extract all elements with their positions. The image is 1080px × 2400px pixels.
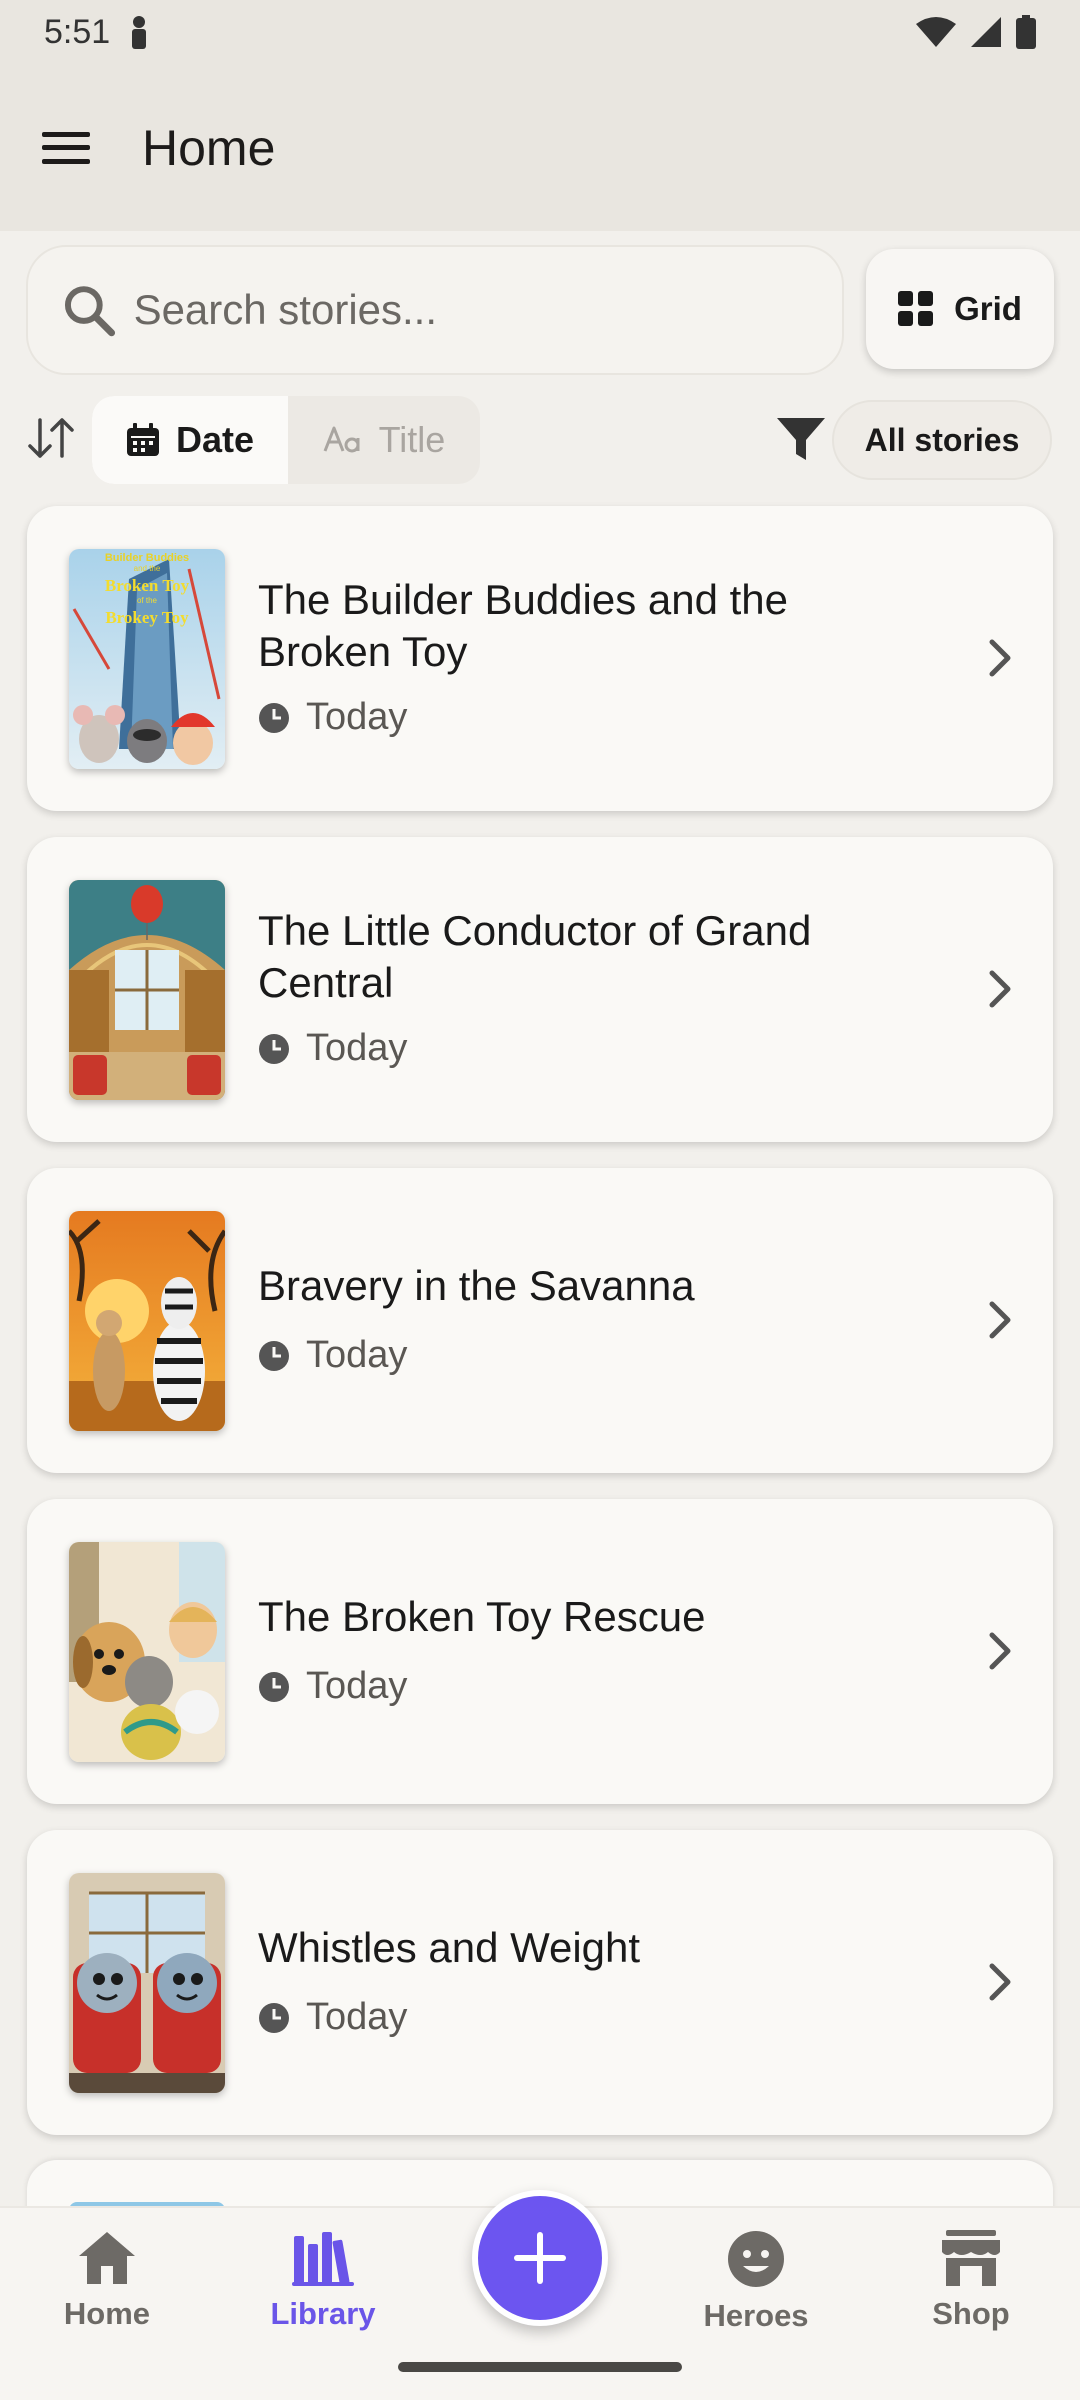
story-card[interactable]: The Broken Toy Rescue Today: [27, 1499, 1053, 1804]
grid-view-button[interactable]: Grid: [866, 249, 1054, 369]
story-date: Today: [258, 696, 407, 739]
page-title: Home: [142, 119, 276, 176]
clock-icon: [259, 2002, 289, 2033]
menu-icon: [42, 131, 90, 164]
menu-button[interactable]: [40, 122, 92, 174]
grid-icon: [898, 291, 934, 326]
nav-home[interactable]: Home: [27, 2230, 187, 2332]
filter-icon[interactable]: [775, 414, 827, 464]
story-title: The Builder Buddies and the Broken Toy: [258, 576, 789, 675]
filter-all-stories-chip[interactable]: All stories: [832, 400, 1052, 480]
cover-text-line: Broken Toy: [105, 576, 190, 595]
status-bar: 5:51: [0, 0, 1080, 64]
battery-icon: [1016, 15, 1036, 49]
nav-home-label: Home: [63, 2296, 151, 2331]
cover-text-line: and the: [134, 564, 161, 573]
nav-shop[interactable]: Shop: [891, 2230, 1051, 2332]
nav-library[interactable]: Library: [243, 2230, 403, 2332]
nav-heroes-label: Heroes: [703, 2298, 809, 2333]
story-title: The Little Conductor of Grand Central: [258, 907, 812, 1006]
search-bar[interactable]: [26, 245, 844, 375]
story-cover-image: [69, 880, 225, 1100]
status-time: 5:51: [44, 12, 111, 51]
story-date: Today: [258, 1334, 407, 1377]
story-card[interactable]: Bravery in the Savanna Today: [27, 1168, 1053, 1473]
story-cover-image: [69, 1873, 225, 2093]
nav-heroes[interactable]: Heroes: [676, 2230, 836, 2334]
cover-text-line: of the: [137, 596, 158, 605]
story-date-text: Today: [306, 696, 408, 738]
plus-icon: [514, 2232, 566, 2284]
story-title: Bravery in the Savanna: [258, 1262, 695, 1309]
chevron-right-icon: [989, 1632, 1011, 1670]
story-date: Today: [258, 1027, 407, 1070]
story-date-text: Today: [306, 1027, 408, 1069]
sort-date-label: Date: [175, 419, 255, 460]
nav-library-label: Library: [270, 2296, 376, 2331]
clock-icon: [259, 1033, 289, 1064]
chevron-right-icon: [989, 1301, 1011, 1339]
nav-shop-label: Shop: [932, 2296, 1010, 2331]
story-title: The Broken Toy Rescue: [258, 1593, 706, 1640]
text-format-icon: [323, 426, 360, 453]
chevron-right-icon: [989, 970, 1011, 1008]
sort-title-label: Title: [378, 419, 446, 460]
chevron-right-icon: [989, 1963, 1011, 2001]
sort-direction-icon[interactable]: [26, 416, 76, 460]
sort-segmented-control: Date Title: [92, 396, 480, 484]
heroes-icon: [728, 2231, 784, 2287]
sort-by-date-button[interactable]: Date: [92, 396, 288, 484]
create-story-button[interactable]: [472, 2190, 608, 2326]
sort-filter-row: Date Title All stories: [0, 396, 1080, 486]
search-icon: [64, 286, 116, 337]
story-cover-image: [69, 1211, 225, 1431]
wifi-icon: [916, 17, 956, 47]
library-icon: [292, 2232, 354, 2286]
clock-icon: [259, 1340, 289, 1371]
cover-text-line: Brokey Toy: [105, 608, 189, 627]
story-card[interactable]: Builder Buddies and the Broken Toy of th…: [27, 506, 1053, 811]
story-card[interactable]: The Little Conductor of Grand Central To…: [27, 837, 1053, 1142]
story-date-text: Today: [306, 1665, 408, 1707]
home-icon: [79, 2232, 135, 2284]
app-bar: Home: [0, 64, 1080, 231]
story-date: Today: [258, 1996, 407, 2039]
clock-icon: [259, 1671, 289, 1702]
search-input[interactable]: [133, 286, 808, 334]
story-date: Today: [258, 1665, 407, 1708]
grid-button-label: Grid: [954, 290, 1022, 327]
clock-icon: [259, 702, 289, 733]
filter-chip-label: All stories: [864, 421, 1020, 458]
shop-icon: [942, 2230, 1000, 2286]
cover-text-line: Builder Buddies: [105, 552, 189, 564]
home-indicator[interactable]: [398, 2362, 682, 2372]
story-date-text: Today: [306, 1996, 408, 2038]
story-title: Whistles and Weight: [258, 1924, 641, 1971]
story-card[interactable]: Whistles and Weight Today: [27, 1830, 1053, 2135]
sort-by-title-button[interactable]: Title: [288, 396, 480, 484]
calendar-icon: [126, 423, 159, 456]
story-date-text: Today: [306, 1334, 408, 1376]
notification-icon: [132, 16, 147, 49]
signal-icon: [971, 17, 1001, 47]
story-cover-image: Builder Buddies and the Broken Toy of th…: [69, 549, 225, 769]
story-cover-image: [69, 1542, 225, 1762]
top-bar-area: 5:51 Home: [0, 0, 1080, 231]
chevron-right-icon: [989, 639, 1011, 677]
